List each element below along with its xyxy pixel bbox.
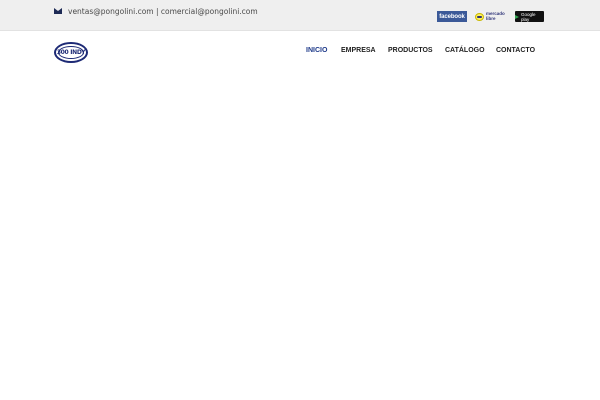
- contact-info: ventas@pongolini.com | comercial@pongoli…: [54, 5, 258, 17]
- googleplay-label: Google play: [521, 11, 536, 22]
- mercadolibre-link[interactable]: mercado libre: [475, 11, 509, 22]
- nav-item-inicio[interactable]: INICIO: [306, 47, 327, 54]
- site-header: 300 INDY INICIO EMPRESA PRODUCTOS CATÁLO…: [0, 32, 600, 74]
- play-icon: [515, 14, 519, 19]
- envelope-icon: [54, 8, 62, 14]
- top-bar: ventas@pongolini.com | comercial@pongoli…: [0, 0, 600, 31]
- site-logo[interactable]: 300 INDY: [54, 42, 88, 63]
- nav-item-contacto[interactable]: CONTACTO: [496, 47, 535, 54]
- googleplay-link[interactable]: Google play: [515, 11, 544, 22]
- logo-text: 300 INDY: [56, 49, 86, 56]
- nav-item-productos[interactable]: PRODUCTOS: [388, 47, 433, 54]
- nav-item-catalogo[interactable]: CATÁLOGO: [445, 47, 485, 54]
- nav-item-empresa[interactable]: EMPRESA: [341, 47, 376, 54]
- facebook-label: facebook: [439, 13, 465, 20]
- mercadolibre-label: mercado libre: [486, 11, 505, 21]
- contact-emails[interactable]: ventas@pongolini.com | comercial@pongoli…: [68, 7, 258, 16]
- facebook-link[interactable]: facebook: [437, 11, 467, 22]
- mercadolibre-icon: [475, 12, 485, 21]
